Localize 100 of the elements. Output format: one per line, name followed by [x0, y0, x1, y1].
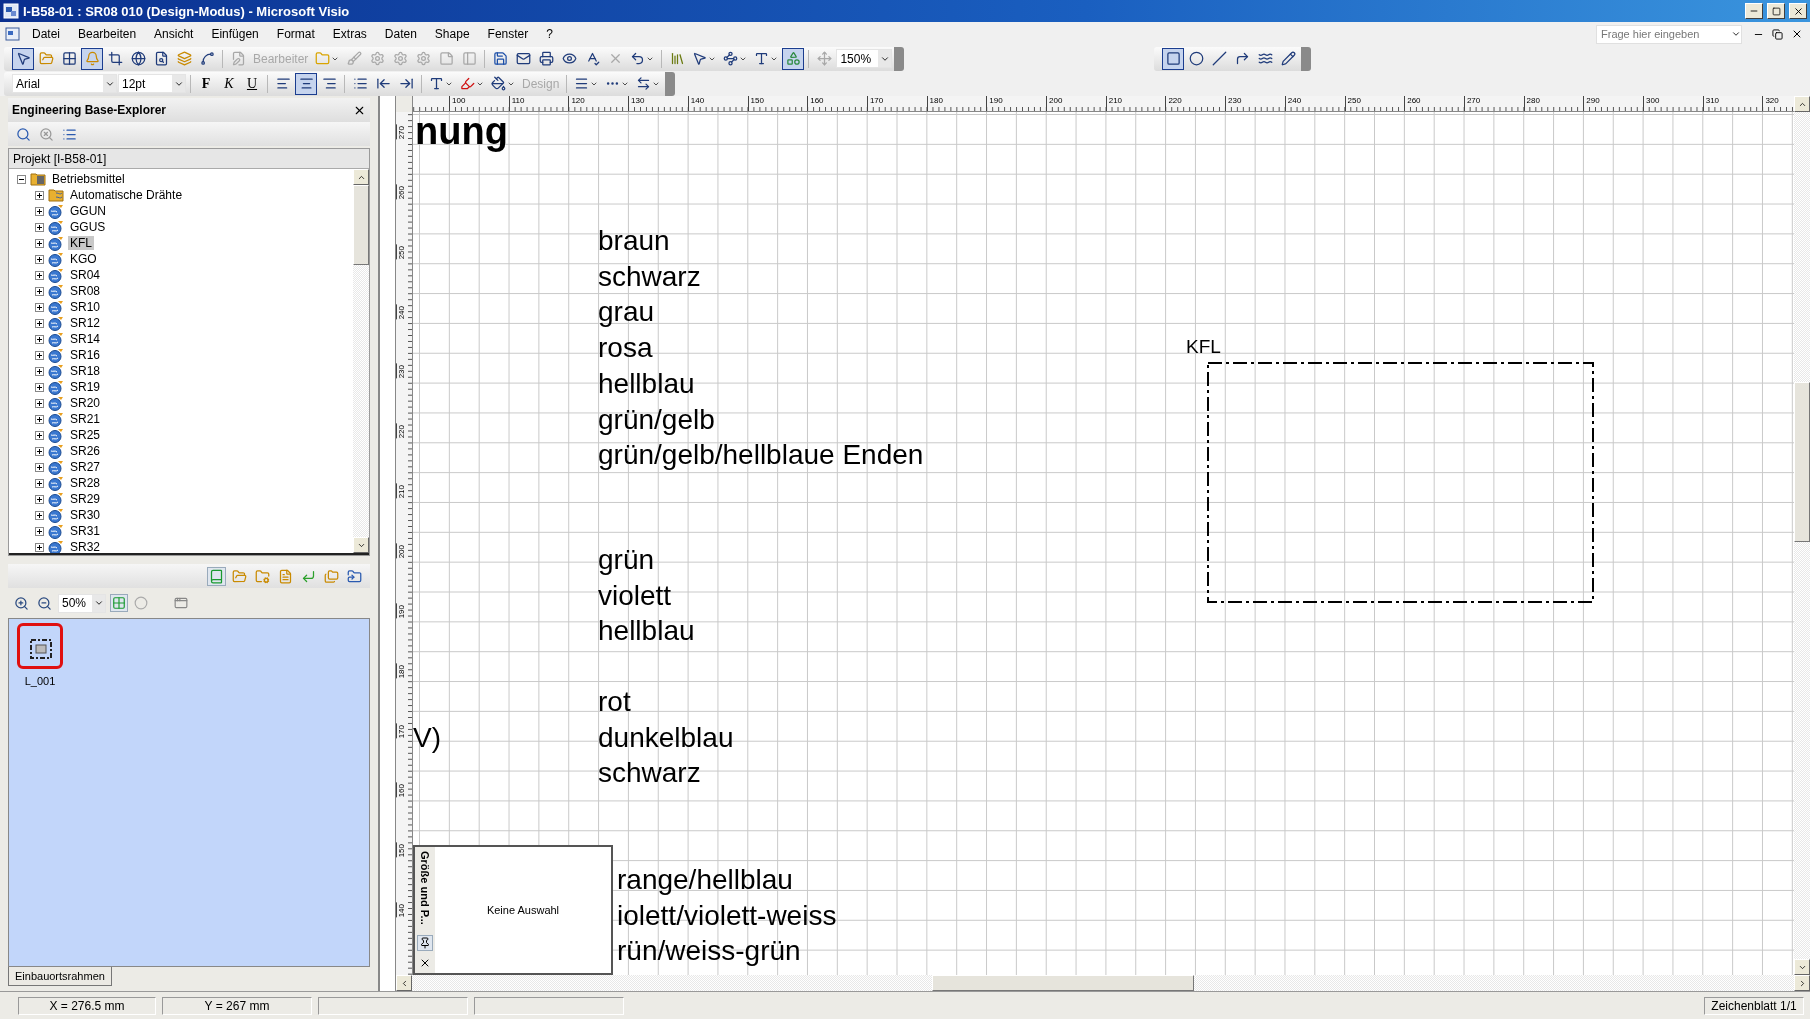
scroll-thumb[interactable] [353, 185, 369, 265]
drawing-heading: nung [415, 112, 508, 153]
select-tool-button[interactable] [12, 47, 34, 70]
wire-color-label: grün/gelb [598, 402, 716, 437]
menu-item[interactable]: Shape [426, 25, 478, 43]
expand-icon[interactable] [35, 478, 44, 488]
tree-item[interactable]: SR28 [68, 476, 103, 490]
document-icon[interactable] [4, 26, 22, 42]
expand-icon[interactable] [35, 318, 44, 328]
bullets-icon [352, 76, 368, 91]
rectangle-tool-button[interactable] [1162, 47, 1185, 70]
underline-button[interactable]: U [241, 72, 263, 95]
tree-item[interactable]: SR29 [68, 492, 103, 506]
tree-item[interactable]: SR10 [68, 300, 103, 314]
expand-icon[interactable] [35, 302, 44, 312]
tree-item[interactable]: GGUN [68, 204, 108, 218]
tree-item[interactable]: Automatische Drähte [68, 188, 185, 202]
menu-item[interactable]: Extras [324, 25, 375, 43]
shape-thumbnail[interactable] [17, 623, 63, 669]
expand-icon[interactable] [35, 382, 44, 392]
bell-button[interactable] [81, 47, 103, 70]
tree-item[interactable]: SR31 [68, 524, 103, 538]
expand-icon[interactable] [35, 222, 44, 232]
tree-item[interactable]: SR18 [68, 364, 103, 378]
folder-link-icon [347, 568, 362, 584]
menu-item[interactable]: Fenster [479, 25, 537, 43]
dropdown-field[interactable]: 12pt [118, 74, 186, 93]
maximize-button[interactable] [1767, 3, 1785, 19]
book-button[interactable] [207, 566, 226, 586]
tree-item[interactable]: SR30 [68, 508, 103, 522]
scrollbar[interactable] [396, 975, 1810, 991]
folder-icon [48, 188, 64, 202]
menu-item[interactable]: Ansicht [146, 25, 202, 43]
tree-item[interactable]: SR21 [68, 412, 103, 426]
scrollbar[interactable] [1794, 112, 1810, 975]
expand-icon[interactable] [35, 494, 44, 504]
align-center-button[interactable] [295, 72, 317, 95]
menu-item[interactable]: Einfügen [203, 25, 267, 43]
expand-icon[interactable] [35, 286, 44, 296]
expand-icon[interactable] [35, 238, 44, 248]
expand-icon[interactable] [35, 526, 44, 536]
collapse-icon[interactable] [17, 174, 26, 184]
scroll-thumb[interactable] [1794, 382, 1810, 542]
pin-button[interactable] [417, 935, 433, 951]
restore-button[interactable] [1769, 28, 1786, 40]
scrollbar[interactable] [353, 169, 369, 553]
tree-item[interactable]: SR19 [68, 380, 103, 394]
expand-icon[interactable] [35, 398, 44, 408]
tree-item[interactable]: SR14 [68, 332, 103, 346]
expand-icon[interactable] [35, 190, 44, 200]
expand-icon[interactable] [35, 350, 44, 360]
expand-icon[interactable] [35, 446, 44, 456]
expand-icon[interactable] [35, 254, 44, 264]
dropdown-field[interactable]: 150% [836, 49, 893, 68]
arc-tool-icon [1234, 51, 1250, 66]
undo-icon [630, 51, 646, 66]
scroll-up-button[interactable] [1794, 96, 1810, 112]
zoom-dropdown[interactable]: 50% [58, 593, 106, 613]
shapes-button[interactable] [782, 47, 805, 70]
expand-icon[interactable] [35, 334, 44, 344]
tree-item[interactable]: SR25 [68, 428, 103, 442]
scroll-thumb[interactable] [932, 975, 1194, 991]
ellipse-tool-icon [1188, 51, 1204, 66]
tree-item[interactable]: KGO [68, 252, 99, 266]
expand-icon[interactable] [35, 206, 44, 216]
status-x: X = 276.5 mm [18, 996, 156, 1015]
expand-icon[interactable] [35, 462, 44, 472]
menu-item[interactable]: Format [268, 25, 323, 43]
expand-icon[interactable] [35, 270, 44, 280]
tree-item[interactable]: GGUS [68, 220, 108, 234]
tree-item[interactable]: SR32 [68, 540, 103, 553]
tree-item[interactable]: Betriebsmittel [50, 172, 127, 186]
tree-item[interactable]: SR08 [68, 284, 103, 298]
stencil-tab[interactable]: Einbauortsrahmen [8, 967, 112, 986]
menu-item[interactable]: Bearbeiten [70, 25, 145, 43]
menu-item[interactable]: Datei [24, 25, 68, 43]
dropdown-field[interactable]: Arial [12, 74, 117, 93]
tree-item[interactable]: SR27 [68, 460, 103, 474]
menu-item[interactable]: Daten [376, 25, 425, 43]
tree-item[interactable]: SR26 [68, 444, 103, 458]
tree-item[interactable]: KFL [68, 236, 94, 250]
wire-color-label: iolett/violett-weiss [617, 898, 837, 933]
tree-item[interactable]: SR04 [68, 268, 103, 282]
drawing-text: V) [413, 722, 441, 754]
italic-button[interactable]: K [218, 72, 240, 95]
search-icon [16, 126, 31, 142]
minimize-button[interactable] [1745, 3, 1763, 19]
menu-item[interactable]: ? [538, 25, 561, 43]
close-button[interactable] [1789, 3, 1807, 19]
tree-item[interactable]: SR20 [68, 396, 103, 410]
expand-icon[interactable] [35, 510, 44, 520]
dash-dot-frame[interactable] [1206, 361, 1596, 605]
expand-icon[interactable] [35, 366, 44, 376]
tree-item[interactable]: SR12 [68, 316, 103, 330]
tree-item[interactable]: SR16 [68, 348, 103, 362]
expand-icon[interactable] [35, 430, 44, 440]
bold-button[interactable]: F [195, 72, 217, 95]
expand-icon[interactable] [35, 414, 44, 424]
expand-icon[interactable] [35, 542, 44, 552]
help-search-field[interactable]: Frage hier eingeben [1596, 24, 1742, 44]
